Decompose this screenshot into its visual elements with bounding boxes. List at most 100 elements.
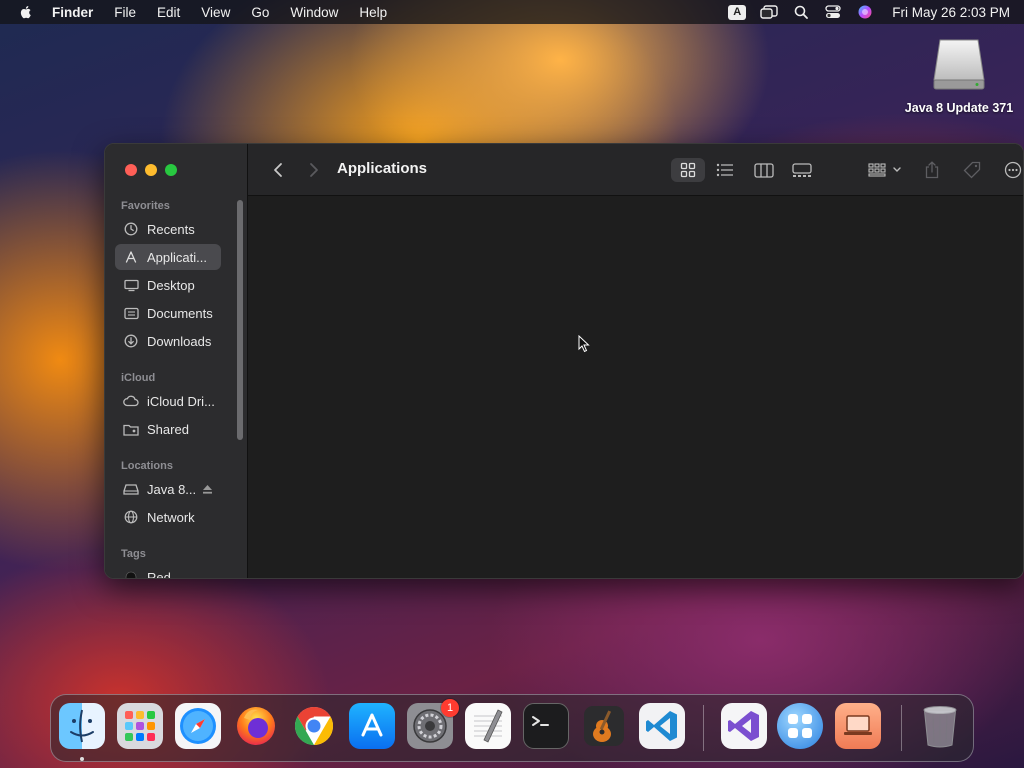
tag-dot-icon xyxy=(123,569,139,578)
zoom-button[interactable] xyxy=(165,164,177,176)
forward-button[interactable] xyxy=(302,158,326,182)
menu-file[interactable]: File xyxy=(114,5,136,20)
sidebar-item-label: Shared xyxy=(147,421,189,437)
close-button[interactable] xyxy=(125,164,137,176)
desktop-drive-label: Java 8 Update 371 xyxy=(904,101,1014,115)
download-icon xyxy=(123,333,139,349)
finder-sidebar: Favorites Recents Applicati... Desktop D… xyxy=(105,144,248,578)
sidebar-item-label: Java 8... xyxy=(147,481,197,497)
globe-icon xyxy=(123,509,139,525)
document-icon xyxy=(123,305,139,321)
sidebar-item-tag-red[interactable]: Red xyxy=(115,564,221,579)
apple-menu-icon[interactable] xyxy=(18,4,34,20)
dock-chrome-icon[interactable] xyxy=(291,703,337,749)
cloud-icon xyxy=(123,393,139,409)
icon-view-button[interactable] xyxy=(671,158,705,182)
sidebar-item-documents[interactable]: Documents xyxy=(115,300,221,326)
dock: 1 xyxy=(50,694,974,762)
gallery-icon xyxy=(792,162,812,177)
sidebar-item-label: Red xyxy=(147,569,171,579)
more-actions-button[interactable] xyxy=(1002,158,1023,182)
menu-bar: Finder File Edit View Go Window Help A F… xyxy=(0,0,1024,24)
control-center-icon[interactable] xyxy=(824,4,842,20)
shared-folder-icon xyxy=(123,421,139,437)
menu-app-name[interactable]: Finder xyxy=(52,5,93,20)
menu-view[interactable]: View xyxy=(201,5,230,20)
menu-clock[interactable]: Fri May 26 2:03 PM xyxy=(892,5,1010,20)
input-source-icon[interactable]: A xyxy=(728,4,747,20)
columns-icon xyxy=(754,162,774,178)
dock-firefox-icon[interactable] xyxy=(233,703,279,749)
list-view-button[interactable] xyxy=(708,158,742,182)
sidebar-item-java-drive[interactable]: Java 8... xyxy=(115,476,221,502)
grid-icon xyxy=(680,162,696,178)
desktop-drive[interactable]: Java 8 Update 371 xyxy=(898,34,1020,115)
menu-help[interactable]: Help xyxy=(359,5,387,20)
dock-finder-icon[interactable] xyxy=(59,703,105,749)
sidebar-section-locations: Locations xyxy=(121,460,173,472)
back-button[interactable] xyxy=(266,158,290,182)
dock-system-settings-icon[interactable]: 1 xyxy=(407,699,459,749)
external-drive-icon xyxy=(933,39,985,90)
sidebar-item-recents[interactable]: Recents xyxy=(115,216,221,242)
sidebar-item-shared[interactable]: Shared xyxy=(115,416,221,442)
ellipsis-circle-icon xyxy=(1004,161,1022,179)
menu-edit[interactable]: Edit xyxy=(157,5,180,20)
sidebar-item-icloud-drive[interactable]: iCloud Dri... xyxy=(115,388,221,414)
spotlight-search-icon[interactable] xyxy=(792,4,810,20)
column-view-button[interactable] xyxy=(747,158,781,182)
sidebar-item-label: Downloads xyxy=(147,333,212,349)
share-button[interactable] xyxy=(920,158,944,182)
tag-icon xyxy=(963,161,981,179)
dock-separator xyxy=(901,705,902,751)
dock-vscode-icon[interactable] xyxy=(639,703,685,749)
notification-badge: 1 xyxy=(441,699,459,717)
sidebar-section-tags: Tags xyxy=(121,548,146,560)
desktop-icon xyxy=(123,277,139,293)
sidebar-item-applications[interactable]: Applicati... xyxy=(115,244,221,270)
drive-icon xyxy=(123,481,139,497)
apps-icon xyxy=(123,249,139,265)
sidebar-item-label: Network xyxy=(147,509,195,525)
gallery-view-button[interactable] xyxy=(785,158,819,182)
window-title: Applications xyxy=(337,160,428,177)
menu-go[interactable]: Go xyxy=(251,5,269,20)
dock-trash-icon[interactable] xyxy=(917,703,963,749)
dock-separator xyxy=(703,705,704,751)
sidebar-item-network[interactable]: Network xyxy=(115,504,221,530)
stage-manager-icon[interactable] xyxy=(760,4,778,20)
mouse-cursor-icon xyxy=(578,335,590,353)
sidebar-item-downloads[interactable]: Downloads xyxy=(115,328,221,354)
eject-icon[interactable] xyxy=(202,484,213,495)
sidebar-item-label: Documents xyxy=(147,305,213,321)
chevron-left-icon xyxy=(274,163,282,177)
tag-button[interactable] xyxy=(960,158,984,182)
siri-icon[interactable] xyxy=(856,4,874,20)
sidebar-item-desktop[interactable]: Desktop xyxy=(115,272,221,298)
dock-launchpad-icon[interactable] xyxy=(117,703,163,749)
list-icon xyxy=(716,163,733,177)
menu-window[interactable]: Window xyxy=(290,5,338,20)
sidebar-item-label: Recents xyxy=(147,221,195,237)
sidebar-item-label: Desktop xyxy=(147,277,195,293)
dock-textedit-icon[interactable] xyxy=(465,703,511,749)
group-by-button[interactable] xyxy=(864,158,906,182)
dock-app-icon[interactable] xyxy=(777,703,823,749)
dock-app-store-icon[interactable] xyxy=(349,703,395,749)
dock-safari-icon[interactable] xyxy=(175,703,221,749)
finder-toolbar: Applications xyxy=(248,144,1023,196)
dock-remote-desktop-icon[interactable] xyxy=(835,703,881,749)
window-controls xyxy=(125,164,177,176)
sidebar-scrollbar[interactable] xyxy=(237,200,243,440)
minimize-button[interactable] xyxy=(145,164,157,176)
finder-content-area[interactable] xyxy=(248,196,1023,578)
dock-running-indicator xyxy=(80,757,84,761)
chevron-right-icon xyxy=(310,163,318,177)
sidebar-item-label: Applicati... xyxy=(147,249,207,265)
sidebar-section-favorites: Favorites xyxy=(121,200,170,212)
dock-visual-studio-icon[interactable] xyxy=(721,703,767,749)
dock-garageband-icon[interactable] xyxy=(581,703,627,749)
sidebar-item-label: iCloud Dri... xyxy=(147,393,215,409)
dock-terminal-icon[interactable] xyxy=(523,703,569,749)
group-grid-icon xyxy=(868,163,901,177)
